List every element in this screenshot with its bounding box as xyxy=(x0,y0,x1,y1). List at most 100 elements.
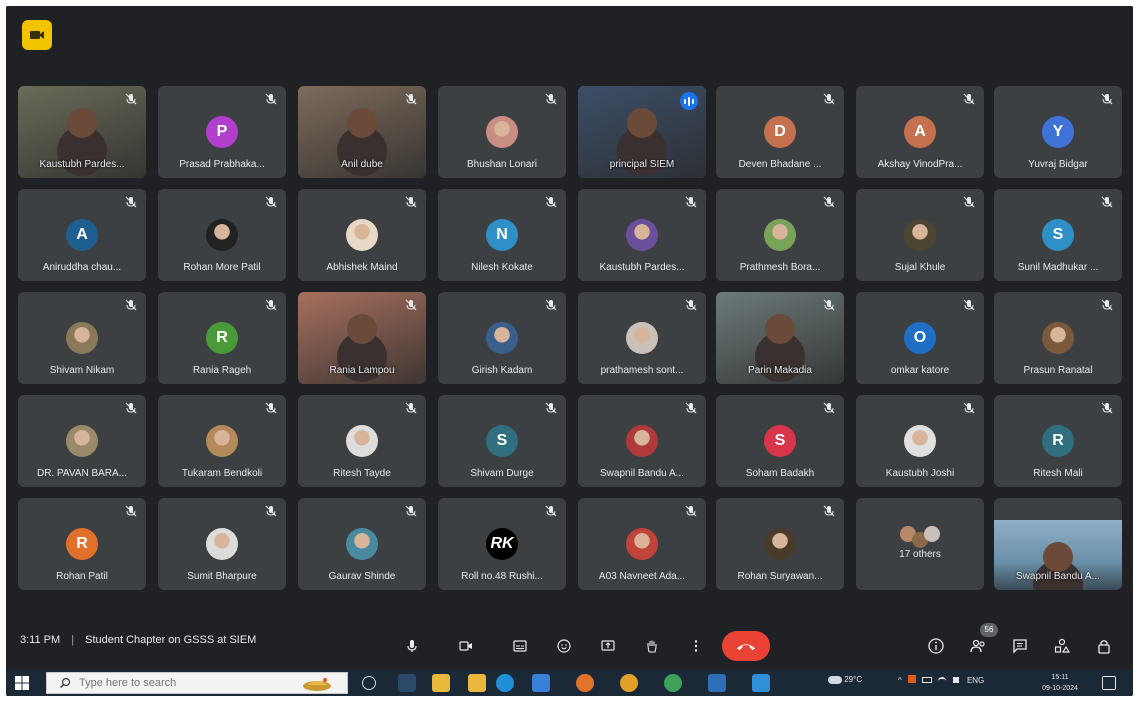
participant-tile[interactable]: prathamesh sont... xyxy=(578,292,706,384)
participant-tile[interactable]: Swapnil Bandu A... xyxy=(578,395,706,487)
search-icon xyxy=(60,677,71,688)
meeting-separator: | xyxy=(71,634,75,646)
firefox-icon[interactable] xyxy=(576,674,594,692)
taskbar-search-box[interactable] xyxy=(46,672,348,694)
participant-tile[interactable]: Parin Makadia xyxy=(716,292,844,384)
widgets-icon[interactable] xyxy=(398,674,416,692)
mic-icon[interactable] xyxy=(398,632,426,660)
participant-name: Sumit Bharpure xyxy=(187,571,257,582)
mic-muted-icon xyxy=(545,505,557,517)
captions-icon[interactable] xyxy=(506,632,534,660)
participant-tile[interactable]: Rohan Suryawan... xyxy=(716,498,844,590)
participant-tile[interactable]: Rohan More Patil xyxy=(158,189,286,281)
participant-tile[interactable]: Ritesh Tayde xyxy=(298,395,426,487)
raise-hand-icon[interactable] xyxy=(638,632,666,660)
participant-tile[interactable]: R Ritesh Mali xyxy=(994,395,1122,487)
taskbar-clock[interactable]: 15:11 09-10-2024 xyxy=(1040,672,1080,694)
participant-photo xyxy=(626,528,658,560)
participant-tile[interactable]: A03 Navneet Ada... xyxy=(578,498,706,590)
end-call-icon[interactable] xyxy=(722,631,770,661)
participant-tile[interactable]: Swapnil Bandu A... xyxy=(994,498,1122,590)
participant-tile[interactable]: R Rania Rageh xyxy=(158,292,286,384)
participant-tile[interactable]: S Sunil Madhukar ... xyxy=(994,189,1122,281)
task-view-icon[interactable] xyxy=(362,676,376,690)
windows-start-icon[interactable] xyxy=(14,675,30,691)
participant-avatar: S xyxy=(764,425,796,457)
participant-tile[interactable]: P Prasad Prabhaka... xyxy=(158,86,286,178)
host-controls-icon[interactable] xyxy=(1092,634,1116,658)
participant-tile[interactable]: Girish Kadam xyxy=(438,292,566,384)
participant-tile[interactable]: R Rohan Patil xyxy=(18,498,146,590)
participant-tile[interactable]: 17 others xyxy=(856,498,984,590)
participant-tile[interactable]: Y Yuvraj Bidgar xyxy=(994,86,1122,178)
mic-muted-icon xyxy=(265,93,277,105)
participant-name: Kaustubh Pardes... xyxy=(599,262,685,273)
participant-tile[interactable]: principal SIEM xyxy=(578,86,706,178)
people-icon[interactable] xyxy=(966,634,990,658)
participant-name: Roll no.48 Rushi... xyxy=(461,571,543,582)
participant-tile[interactable]: Gaurav Shinde xyxy=(298,498,426,590)
participant-tile[interactable]: RK Roll no.48 Rushi... xyxy=(438,498,566,590)
participant-photo xyxy=(346,425,378,457)
participant-tile[interactable]: Abhishek Maind xyxy=(298,189,426,281)
tray-icons[interactable]: ^ ENG xyxy=(898,675,984,685)
chat-icon[interactable] xyxy=(1008,634,1032,658)
mic-muted-icon xyxy=(405,93,417,105)
meet-camera-icon[interactable] xyxy=(22,20,52,50)
participant-tile[interactable]: Rania Lampou xyxy=(298,292,426,384)
participant-tile[interactable]: DR. PAVAN BARA... xyxy=(18,395,146,487)
participant-tile[interactable]: A Aniruddha chau... xyxy=(18,189,146,281)
mic-muted-icon xyxy=(125,196,137,208)
participant-tile[interactable]: Kaustubh Joshi xyxy=(856,395,984,487)
notifications-icon[interactable] xyxy=(1102,676,1116,690)
mic-muted-icon xyxy=(823,505,835,517)
participant-tile[interactable]: Prasun Ranatal xyxy=(994,292,1122,384)
chevron-up-icon[interactable]: ^ xyxy=(898,676,902,685)
photos-icon[interactable] xyxy=(752,674,770,692)
file-explorer-icon[interactable] xyxy=(432,674,450,692)
participant-tile[interactable]: Kaustubh Pardes... xyxy=(578,189,706,281)
mic-muted-icon xyxy=(125,505,137,517)
participant-tile[interactable]: Tukaram Bendkoli xyxy=(158,395,286,487)
participant-name: DR. PAVAN BARA... xyxy=(36,468,128,479)
participant-tile[interactable]: N Nilesh Kokate xyxy=(438,189,566,281)
info-icon[interactable] xyxy=(924,634,948,658)
mic-muted-icon xyxy=(685,196,697,208)
language-indicator[interactable]: ENG xyxy=(967,676,984,685)
present-icon[interactable] xyxy=(594,632,622,660)
participant-name: A03 Navneet Ada... xyxy=(598,571,686,582)
participant-tile[interactable]: Sujal Khule xyxy=(856,189,984,281)
folder-icon[interactable] xyxy=(468,674,486,692)
participant-tile[interactable]: Shivam Nikam xyxy=(18,292,146,384)
volume-icon[interactable] xyxy=(952,677,959,683)
camera-icon[interactable] xyxy=(452,632,480,660)
participant-tile[interactable]: Oomkar katore xyxy=(856,292,984,384)
participant-tile[interactable]: D Deven Bhadane ... xyxy=(716,86,844,178)
participant-tile[interactable]: S Soham Badakh xyxy=(716,395,844,487)
tray-app-icon[interactable] xyxy=(908,675,916,683)
participant-photo xyxy=(626,219,658,251)
participant-tile[interactable]: Prathmesh Bora... xyxy=(716,189,844,281)
emoji-icon[interactable] xyxy=(550,632,578,660)
speaking-indicator-icon xyxy=(680,92,698,110)
participant-photo xyxy=(626,425,658,457)
chrome-icon[interactable] xyxy=(620,674,638,692)
participant-name: Abhishek Maind xyxy=(326,262,398,273)
chrome-profile-icon[interactable] xyxy=(664,674,682,692)
participant-tile[interactable]: S Shivam Durge xyxy=(438,395,566,487)
mail-icon[interactable] xyxy=(708,674,726,692)
store-icon[interactable] xyxy=(532,674,550,692)
participant-tile[interactable]: Anil dube xyxy=(298,86,426,178)
participant-tile[interactable]: Sumit Bharpure xyxy=(158,498,286,590)
participant-tile[interactable]: Bhushan Lonari xyxy=(438,86,566,178)
weather-widget[interactable]: 29°C xyxy=(828,675,862,684)
edge-icon[interactable] xyxy=(496,674,514,692)
participant-tile[interactable]: Kaustubh Pardes... xyxy=(18,86,146,178)
search-input[interactable] xyxy=(79,677,279,689)
participant-tile[interactable]: A Akshay VinodPra... xyxy=(856,86,984,178)
battery-icon[interactable] xyxy=(922,677,933,683)
participant-name: principal SIEM xyxy=(609,159,675,170)
activities-icon[interactable] xyxy=(1050,634,1074,658)
more-options-icon[interactable] xyxy=(682,632,710,660)
wifi-icon[interactable] xyxy=(938,677,947,683)
